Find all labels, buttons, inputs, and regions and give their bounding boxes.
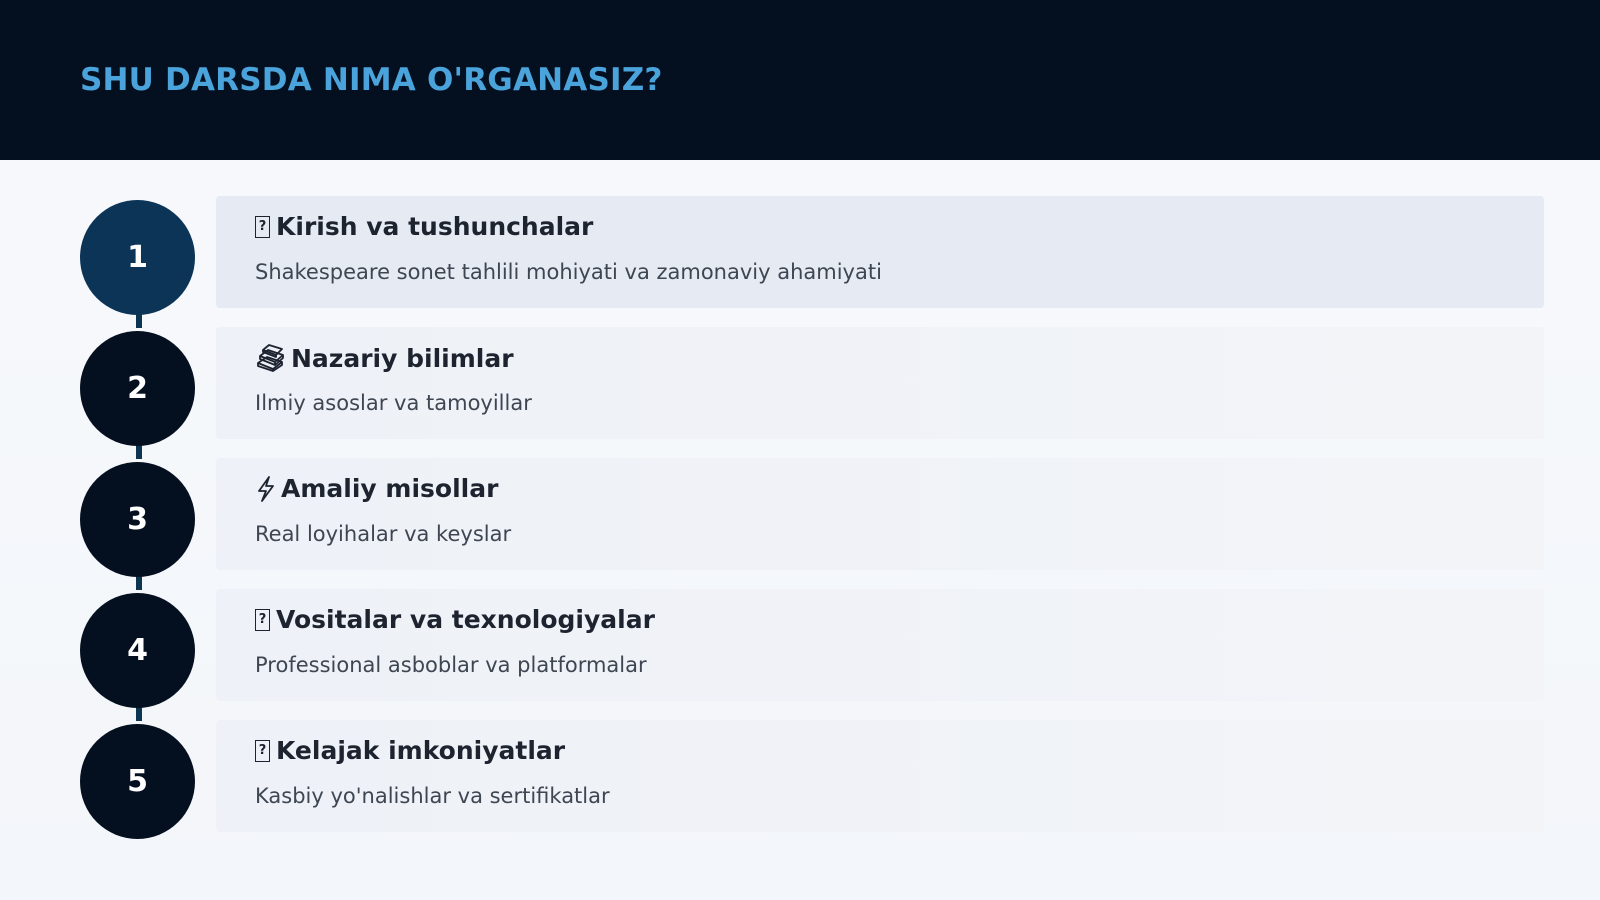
step-card: Amaliy misollar Real loyihalar va keysla… [216,458,1544,570]
step-title-row: ? Kirish va tushunchalar [255,212,593,241]
step-number-circle: 1 [80,200,195,315]
step-title: Nazariy bilimlar [291,343,514,373]
step-card: ? Vositalar va texnologiyalar Profession… [216,589,1544,701]
step-title-row: ? Vositalar va texnologiyalar [255,605,655,634]
timeline-item: 1 ? Kirish va tushunchalar Shakespeare s… [80,196,1544,315]
step-card: Nazariy bilimlar Ilmiy asoslar va tamoyi… [216,327,1544,439]
step-title: Kirish va tushunchalar [276,212,594,241]
step-title-row: ? Kelajak imkoniyatlar [255,736,565,765]
step-title: Kelajak imkoniyatlar [276,736,566,765]
step-card: ? Kirish va tushunchalar Shakespeare son… [216,196,1544,308]
learning-timeline: 1 ? Kirish va tushunchalar Shakespeare s… [80,196,1544,846]
page-title: SHU DARSDA NIMA O'RGANASIZ? [80,62,663,98]
books-icon [255,343,285,373]
timeline-item: 5 ? Kelajak imkoniyatlar Kasbiy yo'nalis… [80,720,1544,839]
header-bar: SHU DARSDA NIMA O'RGANASIZ? [0,0,1600,160]
missing-glyph-icon: ? [255,215,270,238]
lightning-icon [255,475,277,503]
timeline-item: 3 Amaliy misollar Real loyihalar va keys… [80,458,1544,577]
step-description: Shakespeare sonet tahlili mohiyati va za… [255,260,882,284]
step-number-circle: 4 [80,593,195,708]
missing-glyph-icon: ? [255,739,270,762]
missing-glyph-icon: ? [255,608,270,631]
step-number-circle: 2 [80,331,195,446]
step-number-circle: 3 [80,462,195,577]
step-description: Ilmiy asoslar va tamoyillar [255,391,532,415]
step-title-row: Nazariy bilimlar [255,343,514,373]
step-title-row: Amaliy misollar [255,474,498,503]
step-description: Kasbiy yo'nalishlar va sertifikatlar [255,784,610,808]
timeline-item: 2 Nazariy bilimlar Ilmiy asoslar va tamo… [80,327,1544,446]
timeline-item: 4 ? Vositalar va texnologiyalar Professi… [80,589,1544,708]
step-description: Professional asboblar va platformalar [255,653,647,677]
step-description: Real loyihalar va keyslar [255,522,512,546]
step-title: Vositalar va texnologiyalar [276,605,655,634]
step-card: ? Kelajak imkoniyatlar Kasbiy yo'nalishl… [216,720,1544,832]
step-number-circle: 5 [80,724,195,839]
step-title: Amaliy misollar [281,474,499,503]
